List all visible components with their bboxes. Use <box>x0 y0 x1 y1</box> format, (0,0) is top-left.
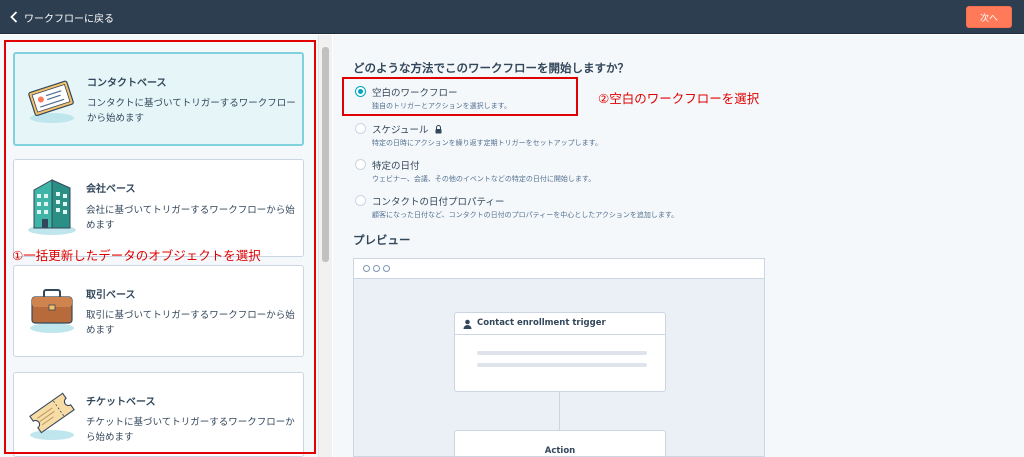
briefcase-icon <box>30 289 74 333</box>
radio-selected[interactable] <box>355 86 366 97</box>
card-contact-based[interactable]: コンタクトベース コンタクトに基づいてトリガーするワークフローから始めます <box>13 52 304 146</box>
contact-card-icon <box>28 80 74 123</box>
left-scrollbar[interactable] <box>318 35 332 457</box>
option-label: 特定の日付 <box>372 161 420 172</box>
placeholder-line <box>477 351 647 355</box>
card-title: コンタクトベース <box>87 78 167 89</box>
card-description: 会社に基づいてトリガーするワークフローから始めます <box>86 205 295 231</box>
annotation-text-right: ②空白のワークフローを選択 <box>598 91 760 106</box>
trigger-card: Contact enrollment trigger <box>454 312 666 392</box>
option-label: コンタクトの日付プロパティー <box>372 197 505 208</box>
radio-unselected[interactable] <box>355 159 366 170</box>
preview-window: Contact enrollment trigger Action <box>353 258 765 457</box>
window-dot <box>383 265 390 272</box>
scrollbar-thumb[interactable] <box>322 47 329 262</box>
window-dot <box>363 265 370 272</box>
card-deal-based[interactable]: 取引ベース 取引に基づいてトリガーするワークフローから始めます <box>13 265 304 357</box>
back-to-workflows-link[interactable]: ワークフローに戻る <box>10 9 114 25</box>
ticket-icon <box>29 392 75 440</box>
chevron-left-icon <box>10 11 18 23</box>
radio-unselected[interactable] <box>355 195 366 206</box>
card-ticket-based[interactable]: チケットベース チケットに基づいてトリガーするワークフローから始めます <box>13 372 304 457</box>
card-title: 取引ベース <box>86 290 136 301</box>
option-description: 独自のトリガーとアクションを選択します。 <box>372 102 511 110</box>
option-description: 特定の日時にアクションを繰り返す定期トリガーをセットアップします。 <box>372 139 602 147</box>
right-scrollbar[interactable] <box>1013 35 1024 457</box>
option-description: 顧客になった日付など、コンタクトの日付のプロパティーを中心としたアクションを追加… <box>372 211 679 219</box>
action-card: Action <box>454 430 666 456</box>
card-description: チケットに基づいてトリガーするワークフローから始めます <box>86 417 295 443</box>
card-title: 会社ベース <box>86 184 136 195</box>
radio-unselected[interactable] <box>355 123 366 134</box>
top-bar: ワークフローに戻る 次へ <box>0 0 1024 34</box>
option-description: ウェビナー、会議、その他のイベントなどの特定の日付に開始します。 <box>372 175 596 183</box>
action-label: Action <box>544 446 576 456</box>
preview-window-bar <box>354 259 764 279</box>
annotation-text-left: ①一括更新したデータのオブジェクトを選択 <box>12 248 261 263</box>
back-label: ワークフローに戻る <box>24 13 114 25</box>
start-question-heading: どのような方法でこのワークフローを開始しますか？ <box>353 61 629 75</box>
trigger-label: Contact enrollment trigger <box>477 318 606 328</box>
flow-connector <box>559 392 560 430</box>
next-button[interactable]: 次へ <box>966 6 1012 28</box>
card-description: コンタクトに基づいてトリガーするワークフローから始めます <box>87 98 296 124</box>
card-description: 取引に基づいてトリガーするワークフローから始めます <box>86 310 295 336</box>
option-label: 空白のワークフロー <box>372 88 458 99</box>
option-label-row: スケジュール <box>372 122 442 136</box>
card-company-based[interactable]: 会社ベース 会社に基づいてトリガーするワークフローから始めます <box>13 159 304 257</box>
window-dot <box>373 265 380 272</box>
preview-heading: プレビュー <box>353 233 411 247</box>
card-title: チケットベース <box>86 397 156 408</box>
person-icon <box>463 319 472 329</box>
option-label: スケジュール <box>372 125 429 136</box>
lock-icon <box>435 125 442 134</box>
trigger-card-header: Contact enrollment trigger <box>455 313 665 335</box>
building-icon <box>28 179 76 235</box>
placeholder-line <box>477 363 647 367</box>
